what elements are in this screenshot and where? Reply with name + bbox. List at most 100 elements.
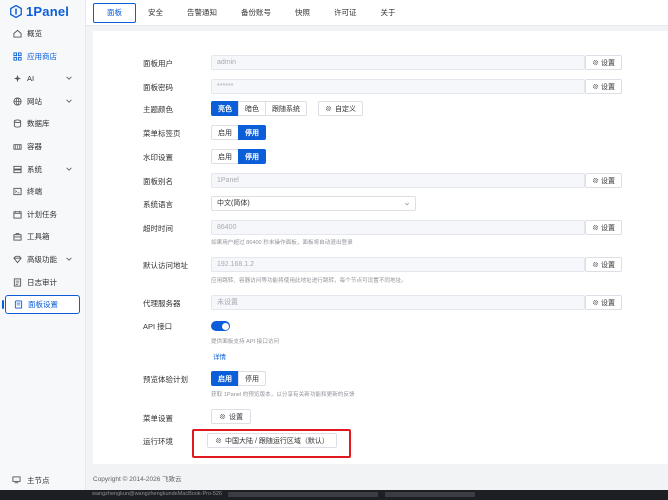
chevron-down-icon bbox=[66, 257, 72, 261]
segment-option[interactable]: 停用 bbox=[238, 149, 266, 164]
sidebar-item[interactable]: 容器 bbox=[5, 137, 80, 156]
panel-password-set-button[interactable]: 设置 bbox=[585, 79, 622, 94]
terminal-block bbox=[228, 492, 378, 497]
panel-password-field: ****** bbox=[211, 79, 585, 94]
sidebar-item[interactable]: 应用商店 bbox=[5, 47, 80, 66]
settings-tab[interactable]: 关于 bbox=[369, 3, 408, 23]
runtime-label: 运行环境 bbox=[143, 437, 173, 446]
set-label: 设置 bbox=[601, 224, 615, 232]
sidebar-item[interactable]: AI bbox=[5, 69, 80, 88]
sidebar-item-label: 概览 bbox=[27, 29, 42, 38]
settings-tabs: 面板 安全 告警通知 备份账号 快照 许可证 关于 bbox=[86, 0, 668, 26]
terminal-block bbox=[385, 492, 475, 497]
node-switcher[interactable]: 主节点 bbox=[0, 475, 86, 486]
timeout-label: 超时时间 bbox=[143, 224, 173, 233]
language-select[interactable]: 中文(简体) bbox=[211, 196, 416, 211]
gear-icon bbox=[592, 261, 599, 268]
sidebar: 1Panel 概览应用商店 AI 网站数据库容器系统终端计划任务工具箱高级功能日志审… bbox=[0, 0, 86, 500]
logo-text: 1Panel bbox=[26, 3, 70, 19]
settings-tab[interactable]: 备份账号 bbox=[229, 3, 283, 23]
panel-user-set-button[interactable]: 设置 bbox=[585, 55, 622, 70]
settings-tab[interactable]: 面板 bbox=[93, 2, 136, 23]
preview-selector: 启用 停用 bbox=[211, 371, 266, 386]
sidebar-item[interactable]: 面板设置 bbox=[2, 295, 80, 315]
container-icon bbox=[12, 141, 22, 151]
settings-tab[interactable]: 快照 bbox=[283, 3, 322, 23]
segment-option[interactable]: 停用 bbox=[238, 125, 266, 140]
set-label: 设置 bbox=[601, 59, 615, 67]
menu-tabs-selector: 启用 停用 bbox=[211, 125, 266, 140]
api-toggle[interactable] bbox=[211, 321, 230, 331]
menu-settings-button-label: 设置 bbox=[229, 413, 243, 421]
preview-hint: 获取 1Panel 的预览版本，以分享有关新功能和更新的反馈 bbox=[211, 392, 355, 398]
logo[interactable]: 1Panel bbox=[0, 0, 85, 22]
segment-option[interactable]: 跟随系统 bbox=[265, 101, 307, 116]
sidebar-item-label: 日志审计 bbox=[27, 277, 57, 287]
sidebar-item[interactable]: 高级功能 bbox=[5, 250, 80, 269]
api-details-link[interactable]: 详情 bbox=[213, 351, 226, 361]
sidebar-item[interactable]: 网站 bbox=[5, 92, 80, 111]
sidebar-item[interactable]: 计划任务 bbox=[5, 205, 80, 224]
default-url-hint: 应用跳转、容器访问等功能将使用此地址进行跳转，每个节点可设置不同地址。 bbox=[211, 278, 407, 284]
timeout-set-button[interactable]: 设置 bbox=[585, 220, 622, 235]
sidebar-item[interactable]: 系统 bbox=[5, 160, 80, 179]
panel-password-label: 面板密码 bbox=[143, 83, 173, 92]
log-icon bbox=[12, 277, 22, 287]
menu-settings-button[interactable]: 设置 bbox=[211, 409, 251, 424]
proxy-set-button[interactable]: 设置 bbox=[585, 295, 622, 310]
terminal-strip: wangzhengkun@wangzhengkundeMacBook-Pro-5… bbox=[0, 490, 668, 500]
sidebar-item-label: 面板设置 bbox=[28, 300, 58, 310]
settings-tab[interactable]: 安全 bbox=[136, 3, 175, 23]
timeout-hint: 如果用户超过 86400 秒未操作面板，面板将自动退出登录 bbox=[211, 240, 353, 246]
sidebar-item-label: 容器 bbox=[27, 141, 42, 151]
sidebar-item[interactable]: 终端 bbox=[5, 182, 80, 201]
sidebar-item-label: 系统 bbox=[27, 164, 42, 174]
proxy-label: 代理服务器 bbox=[143, 299, 181, 308]
chevron-down-icon bbox=[66, 76, 72, 81]
sidebar-item[interactable]: 工具箱 bbox=[5, 227, 80, 246]
panel-alias-set-button[interactable]: 设置 bbox=[585, 173, 622, 188]
settings-tab[interactable]: 许可证 bbox=[322, 3, 369, 23]
server-icon bbox=[12, 164, 22, 174]
terminal-icon bbox=[12, 187, 22, 197]
preview-label: 预览体验计划 bbox=[143, 375, 188, 384]
language-value: 中文(简体) bbox=[217, 200, 250, 207]
sidebar-item-label: 终端 bbox=[27, 187, 42, 197]
segment-option[interactable]: 启用 bbox=[211, 149, 239, 164]
sidebar-item[interactable]: 数据库 bbox=[5, 114, 80, 133]
theme-selector: 亮色 暗色 跟随系统 bbox=[211, 101, 307, 116]
sidebar-item[interactable]: 概览 bbox=[5, 24, 80, 43]
segment-option[interactable]: 启用 bbox=[211, 125, 239, 140]
home-icon bbox=[12, 29, 22, 39]
active-indicator bbox=[2, 300, 4, 310]
segment-option[interactable]: 亮色 bbox=[211, 101, 239, 116]
grid-icon bbox=[12, 51, 22, 61]
segment-option[interactable]: 停用 bbox=[238, 371, 266, 386]
set-label: 设置 bbox=[601, 261, 615, 269]
database-icon bbox=[12, 119, 22, 129]
sidebar-nav: 概览应用商店 AI 网站数据库容器系统终端计划任务工具箱高级功能日志审计面板设置 bbox=[0, 24, 85, 315]
gear-icon bbox=[592, 177, 599, 184]
set-label: 设置 bbox=[601, 83, 615, 91]
default-url-set-button[interactable]: 设置 bbox=[585, 257, 622, 272]
theme-custom-button[interactable]: 自定义 bbox=[318, 101, 363, 116]
sidebar-item[interactable]: 日志审计 bbox=[5, 273, 80, 292]
node-label: 主节点 bbox=[27, 476, 50, 485]
gear-icon bbox=[592, 83, 599, 90]
settings-icon bbox=[13, 300, 23, 310]
gear-icon bbox=[219, 413, 226, 420]
panel-user-label: 面板用户 bbox=[143, 59, 173, 68]
sidebar-item-label: 工具箱 bbox=[27, 232, 50, 242]
menu-settings-label: 菜单设置 bbox=[143, 414, 173, 423]
settings-tab[interactable]: 告警通知 bbox=[175, 3, 229, 23]
segment-option[interactable]: 暗色 bbox=[238, 101, 266, 116]
default-url-field: 192.168.1.2 bbox=[211, 257, 585, 272]
highlight-annotation-box bbox=[192, 429, 351, 458]
gear-icon bbox=[325, 105, 332, 112]
footer-copyright: Copyright © 2014-2026 飞致云 bbox=[93, 476, 182, 483]
segment-option[interactable]: 启用 bbox=[211, 371, 239, 386]
sidebar-item-label: 数据库 bbox=[27, 119, 50, 129]
ai-icon bbox=[12, 74, 22, 84]
gear-icon bbox=[592, 224, 599, 231]
panel-settings-form: 面板用户 admin 设置 面板密码 ****** 设置 主题颜色 亮色 暗色 跟随… bbox=[93, 31, 668, 464]
